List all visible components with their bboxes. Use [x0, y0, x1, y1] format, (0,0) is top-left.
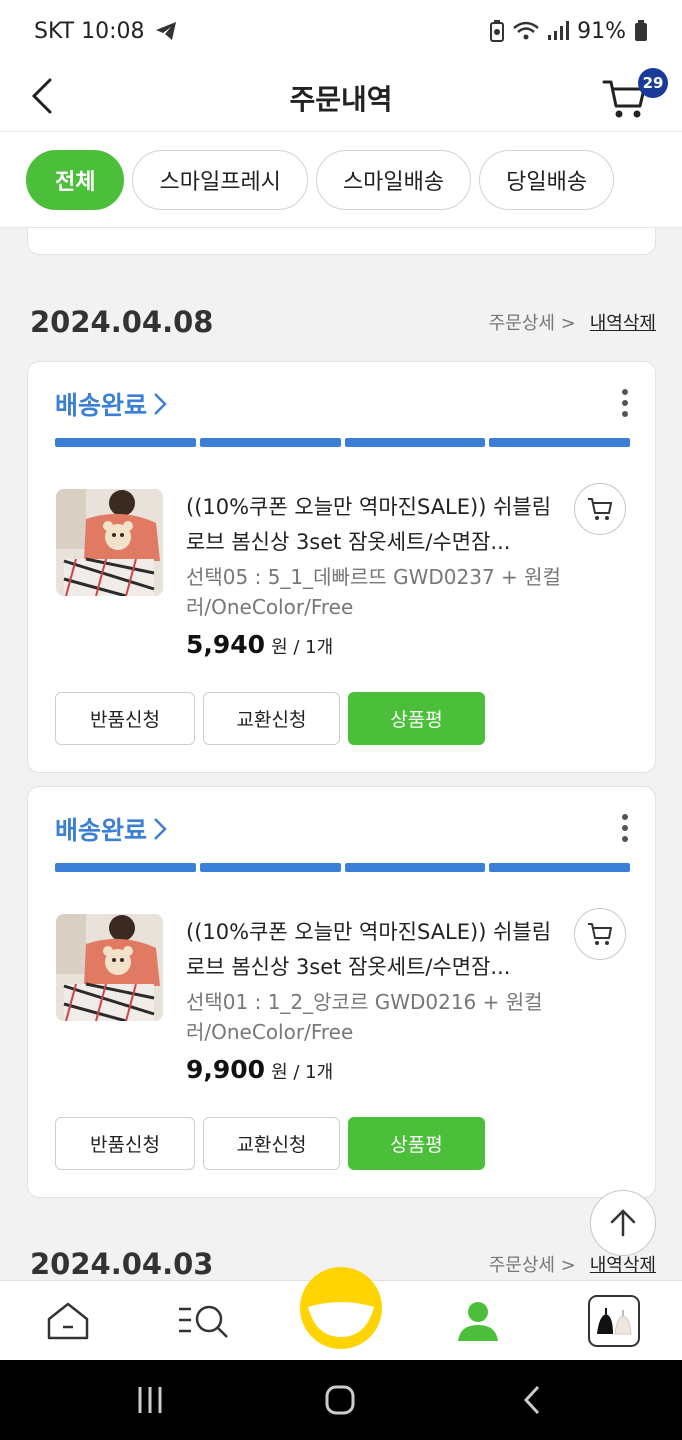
product-price: 5,940 원 / 1개	[186, 630, 333, 659]
home-circle-icon	[325, 1385, 355, 1415]
product-title[interactable]: ((10%쿠폰 오늘만 역마진SALE)) 쉬블림로브 봄신상 3set 잠옷세…	[186, 915, 556, 985]
wishlist-bag-icon	[588, 1295, 640, 1347]
nav-category-search[interactable]	[176, 1293, 232, 1349]
product-thumbnail[interactable]	[56, 489, 163, 596]
nav-wishlist[interactable]	[586, 1293, 642, 1349]
smile-icon	[308, 1302, 374, 1337]
product-option: 선택05 : 5_1_데빠르뜨 GWD0237 + 원컬러/OneColor/F…	[186, 565, 561, 619]
recycle-icon	[490, 20, 505, 42]
back-system-button[interactable]	[512, 1380, 552, 1420]
write-review-button[interactable]: 상품평	[348, 692, 485, 745]
order-card: 배송완료 ((10%쿠폰 오늘만 역마진SALE)) 쉬블림로브 봄신상 3se…	[27, 361, 656, 773]
app-header: 주문내역 29	[0, 62, 682, 132]
bottom-navigation	[0, 1267, 682, 1360]
order-date: 2024.04.08	[30, 305, 214, 339]
smile-button[interactable]	[300, 1267, 382, 1349]
order-detail-link[interactable]: 주문상세 >	[489, 1251, 576, 1277]
delivery-status: 배송완료	[55, 816, 148, 845]
order-card: 배송완료 ((10%쿠폰 오늘만 역마진SALE)) 쉬블림로브 봄신상 3se…	[27, 786, 656, 1198]
add-to-cart-icon	[588, 923, 612, 945]
carrier-time: SKT 10:08	[34, 18, 145, 44]
delivery-progress-bar	[55, 863, 630, 872]
write-review-button[interactable]: 상품평	[348, 1117, 485, 1170]
product-price: 9,900 원 / 1개	[186, 1055, 333, 1084]
tab-same-day-delivery[interactable]: 당일배송	[479, 149, 615, 210]
chevron-right-icon	[154, 818, 167, 840]
more-options-button[interactable]	[617, 813, 633, 843]
recent-apps-button[interactable]	[130, 1380, 170, 1420]
recent-apps-icon	[138, 1387, 162, 1413]
product-thumbnail[interactable]	[56, 914, 163, 1021]
system-navigation-bar	[0, 1360, 682, 1440]
delivery-progress-bar	[55, 438, 630, 447]
exchange-request-button[interactable]: 교환신청	[203, 1117, 340, 1170]
home-system-button[interactable]	[320, 1380, 360, 1420]
home-icon	[47, 1302, 89, 1340]
nav-my-page[interactable]	[450, 1293, 506, 1349]
product-title[interactable]: ((10%쿠폰 오늘만 역마진SALE)) 쉬블림로브 봄신상 3set 잠옷세…	[186, 490, 556, 560]
more-options-button[interactable]	[617, 388, 633, 418]
delete-history-link[interactable]: 내역삭제	[590, 309, 656, 335]
tab-all[interactable]: 전체	[26, 149, 125, 210]
kebab-icon	[622, 389, 628, 417]
order-list[interactable]: 2024.04.08 주문상세 > 내역삭제 배송완료 ((10%쿠폰 오늘만 …	[0, 228, 682, 1280]
my-page-icon	[458, 1302, 498, 1341]
order-date: 2024.04.03	[30, 1247, 214, 1280]
price-unit-quantity: 원 / 1개	[271, 637, 334, 658]
tab-smile-fresh[interactable]: 스마일프레시	[132, 149, 308, 210]
add-to-cart-button[interactable]	[574, 483, 626, 535]
kebab-icon	[622, 814, 628, 842]
cart-count-badge: 29	[638, 68, 668, 98]
order-detail-link[interactable]: 주문상세 >	[489, 309, 576, 335]
add-to-cart-button[interactable]	[574, 908, 626, 960]
wifi-icon	[513, 21, 539, 40]
delivery-status: 배송완료	[55, 391, 148, 420]
exchange-request-button[interactable]: 교환신청	[203, 692, 340, 745]
category-search-icon	[179, 1305, 228, 1338]
delivery-status-link[interactable]: 배송완료	[55, 811, 167, 847]
price-unit-quantity: 원 / 1개	[271, 1062, 334, 1083]
scroll-top-icon	[610, 1209, 636, 1237]
delivery-status-link[interactable]: 배송완료	[55, 386, 167, 422]
back-arrow-icon	[523, 1385, 540, 1415]
chevron-right-icon	[154, 393, 167, 415]
price-amount: 5,940	[186, 630, 266, 659]
nav-home[interactable]	[40, 1293, 96, 1349]
cart-button[interactable]: 29	[602, 68, 668, 124]
return-request-button[interactable]: 반품신청	[55, 1117, 195, 1170]
order-date-header: 2024.04.08 주문상세 > 내역삭제	[30, 302, 656, 342]
scroll-to-top-button[interactable]	[590, 1190, 656, 1256]
return-request-button[interactable]: 반품신청	[55, 692, 195, 745]
signal-icon	[548, 21, 570, 40]
telegram-icon	[155, 22, 176, 40]
previous-order-card	[27, 228, 656, 255]
price-amount: 9,900	[186, 1055, 266, 1084]
page-title: 주문내역	[289, 83, 393, 116]
product-option: 선택01 : 1_2_앙코르 GWD0216 + 원컬러/OneColor/Fr…	[186, 990, 543, 1044]
battery-icon	[635, 20, 647, 41]
filter-tabs: 전체 스마일프레시 스마일배송 당일배송	[0, 132, 682, 228]
battery-percent: 91%	[577, 18, 626, 44]
add-to-cart-icon	[588, 498, 612, 520]
status-bar: SKT 10:08 91%	[0, 0, 682, 62]
tab-smile-delivery[interactable]: 스마일배송	[315, 149, 472, 210]
